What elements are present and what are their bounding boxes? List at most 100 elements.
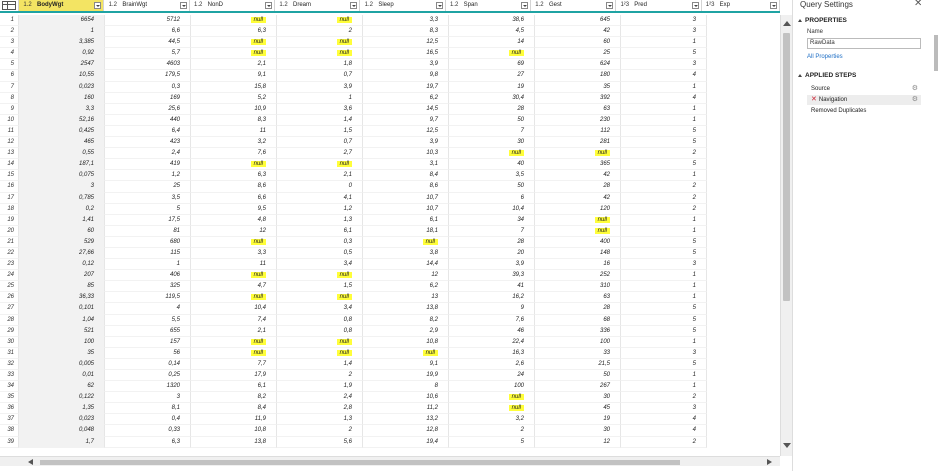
table-cell[interactable]: 3 bbox=[621, 259, 707, 271]
table-cell[interactable]: 8,3 bbox=[191, 114, 277, 126]
table-cell[interactable]: 5712 bbox=[105, 15, 191, 27]
table-row[interactable]: 24 207 406 null null 12 39,3 252 1 bbox=[0, 270, 780, 282]
table-row[interactable]: 15 0,075 1,2 6,3 2,1 8,4 3,5 42 1 bbox=[0, 170, 780, 182]
column-type-icon[interactable]: 1.2 bbox=[104, 0, 121, 11]
table-cell[interactable]: 30 bbox=[449, 137, 535, 149]
table-cell[interactable]: null bbox=[191, 159, 277, 171]
table-row[interactable]: 9 3,3 25,6 10,9 3,6 14,5 28 63 1 bbox=[0, 103, 780, 115]
table-cell[interactable]: 2547 bbox=[19, 59, 105, 71]
table-cell[interactable]: 50 bbox=[449, 181, 535, 193]
settings-scrollbar[interactable] bbox=[934, 0, 939, 471]
settings-scroll-thumb[interactable] bbox=[934, 35, 938, 71]
table-cell[interactable]: null bbox=[277, 159, 363, 171]
table-cell[interactable]: 42 bbox=[535, 170, 621, 182]
table-row[interactable]: 22 27,66 115 3,3 0,5 3,8 20 148 5 bbox=[0, 247, 780, 260]
column-type-icon[interactable]: 1.2 bbox=[190, 0, 207, 11]
table-cell[interactable]: 28 bbox=[535, 181, 621, 193]
table-cell[interactable]: 0,2 bbox=[19, 203, 105, 215]
table-cell[interactable]: 6 bbox=[449, 192, 535, 204]
table-cell[interactable]: 3,4 bbox=[277, 259, 363, 271]
table-cell[interactable]: 180 bbox=[535, 70, 621, 82]
table-cell[interactable]: 12,5 bbox=[363, 125, 449, 138]
table-cell[interactable]: 5 bbox=[449, 436, 535, 448]
table-row[interactable]: 39 1,7 6,3 13,8 5,6 19,4 5 12 2 bbox=[0, 436, 780, 448]
table-cell[interactable]: null bbox=[449, 48, 535, 60]
table-cell[interactable]: 0,3 bbox=[277, 236, 363, 248]
table-cell[interactable]: 5 bbox=[621, 236, 707, 248]
table-cell[interactable]: 33 bbox=[535, 347, 621, 359]
table-cell[interactable]: 1,9 bbox=[277, 381, 363, 393]
table-cell[interactable]: 1,4 bbox=[277, 114, 363, 126]
column-header-gest[interactable]: 1.2 Gest bbox=[531, 0, 617, 11]
table-cell[interactable]: 0,785 bbox=[19, 192, 105, 204]
table-cell[interactable]: 4603 bbox=[105, 59, 191, 71]
table-row[interactable]: 5 2547 4603 2,1 1,8 3,9 69 624 3 bbox=[0, 59, 780, 71]
table-cell[interactable]: 112 bbox=[535, 125, 621, 138]
table-cell[interactable]: 7,4 bbox=[191, 314, 277, 326]
column-type-icon[interactable]: 1²3 bbox=[702, 0, 719, 11]
table-cell[interactable]: 5,5 bbox=[105, 314, 191, 326]
table-cell[interactable]: 2,7 bbox=[277, 148, 363, 160]
table-cell[interactable]: 4 bbox=[621, 92, 707, 104]
filter-dropdown-icon[interactable] bbox=[691, 2, 699, 9]
table-cell[interactable]: null bbox=[191, 236, 277, 248]
table-cell[interactable]: 119,5 bbox=[105, 292, 191, 304]
table-cell[interactable]: null bbox=[191, 37, 277, 49]
table-cell[interactable]: 5 bbox=[621, 159, 707, 171]
table-cell[interactable]: 392 bbox=[535, 92, 621, 104]
table-cell[interactable]: 63 bbox=[535, 292, 621, 304]
table-row[interactable]: 18 0,2 5 9,5 1,2 10,7 10,4 120 2 bbox=[0, 203, 780, 215]
table-cell[interactable]: 3,6 bbox=[277, 103, 363, 115]
table-cell[interactable]: 10,7 bbox=[363, 203, 449, 215]
column-header-brainwgt[interactable]: 1.2 BrainWgt bbox=[104, 0, 190, 11]
table-cell[interactable]: 6,1 bbox=[363, 214, 449, 226]
table-cell[interactable]: null bbox=[191, 292, 277, 304]
table-cell[interactable]: 10,4 bbox=[449, 203, 535, 215]
table-row[interactable]: 4 0,92 5,7 null null 16,5 null 25 5 bbox=[0, 48, 780, 60]
table-cell[interactable]: null bbox=[191, 48, 277, 60]
table-cell[interactable]: 0,101 bbox=[19, 303, 105, 315]
table-cell[interactable]: 2 bbox=[621, 181, 707, 193]
table-cell[interactable]: 4 bbox=[621, 425, 707, 437]
table-row[interactable]: 38 0,048 0,33 10,8 2 12,8 2 30 4 bbox=[0, 425, 780, 437]
table-cell[interactable]: 3,9 bbox=[277, 81, 363, 93]
column-header-dream[interactable]: 1.2 Dream bbox=[275, 0, 361, 11]
filter-dropdown-icon[interactable] bbox=[435, 2, 443, 9]
table-row[interactable]: 2 1 6,6 6,3 2 8,3 4,5 42 3 bbox=[0, 26, 780, 38]
table-cell[interactable]: 60 bbox=[19, 225, 105, 237]
table-cell[interactable]: 13,8 bbox=[363, 303, 449, 315]
table-cell[interactable]: 1,3 bbox=[277, 214, 363, 226]
table-cell[interactable]: 0,023 bbox=[19, 414, 105, 426]
table-cell[interactable]: 1 bbox=[621, 281, 707, 293]
table-cell[interactable]: 179,5 bbox=[105, 70, 191, 82]
table-cell[interactable]: 7,7 bbox=[191, 358, 277, 370]
table-cell[interactable]: 3,2 bbox=[449, 414, 535, 426]
table-cell[interactable]: 0,14 bbox=[105, 358, 191, 370]
table-cell[interactable]: 38,6 bbox=[449, 15, 535, 27]
table-row[interactable]: 36 1,35 8,1 8,4 2,8 11,2 null 45 3 bbox=[0, 403, 780, 415]
close-icon[interactable]: ✕ bbox=[914, 0, 922, 9]
table-cell[interactable]: 5 bbox=[105, 203, 191, 215]
table-cell[interactable]: 9,8 bbox=[363, 70, 449, 82]
table-cell[interactable]: 3 bbox=[105, 392, 191, 404]
table-cell[interactable]: 1 bbox=[621, 336, 707, 348]
table-cell[interactable]: 252 bbox=[535, 270, 621, 282]
table-cell[interactable]: 19 bbox=[535, 414, 621, 426]
table-cell[interactable]: 50 bbox=[535, 370, 621, 382]
table-cell[interactable]: 2,1 bbox=[277, 170, 363, 182]
table-cell[interactable]: 14,5 bbox=[363, 103, 449, 115]
table-cell[interactable]: null bbox=[363, 236, 449, 248]
table-cell[interactable]: 1 bbox=[621, 214, 707, 226]
table-cell[interactable]: 81 bbox=[105, 225, 191, 237]
table-cell[interactable]: 3 bbox=[621, 15, 707, 27]
table-cell[interactable]: 0,01 bbox=[19, 370, 105, 382]
table-row[interactable]: 3 3,385 44,5 null null 12,5 14 60 1 bbox=[0, 37, 780, 49]
table-cell[interactable]: 680 bbox=[105, 236, 191, 248]
table-cell[interactable]: 1 bbox=[621, 114, 707, 126]
table-cell[interactable]: 6,1 bbox=[191, 381, 277, 393]
table-cell[interactable]: 2,8 bbox=[277, 403, 363, 415]
table-cell[interactable]: 11,9 bbox=[191, 414, 277, 426]
table-cell[interactable]: 0,122 bbox=[19, 392, 105, 404]
table-cell[interactable]: 4 bbox=[621, 414, 707, 426]
table-cell[interactable]: 17,9 bbox=[191, 370, 277, 382]
